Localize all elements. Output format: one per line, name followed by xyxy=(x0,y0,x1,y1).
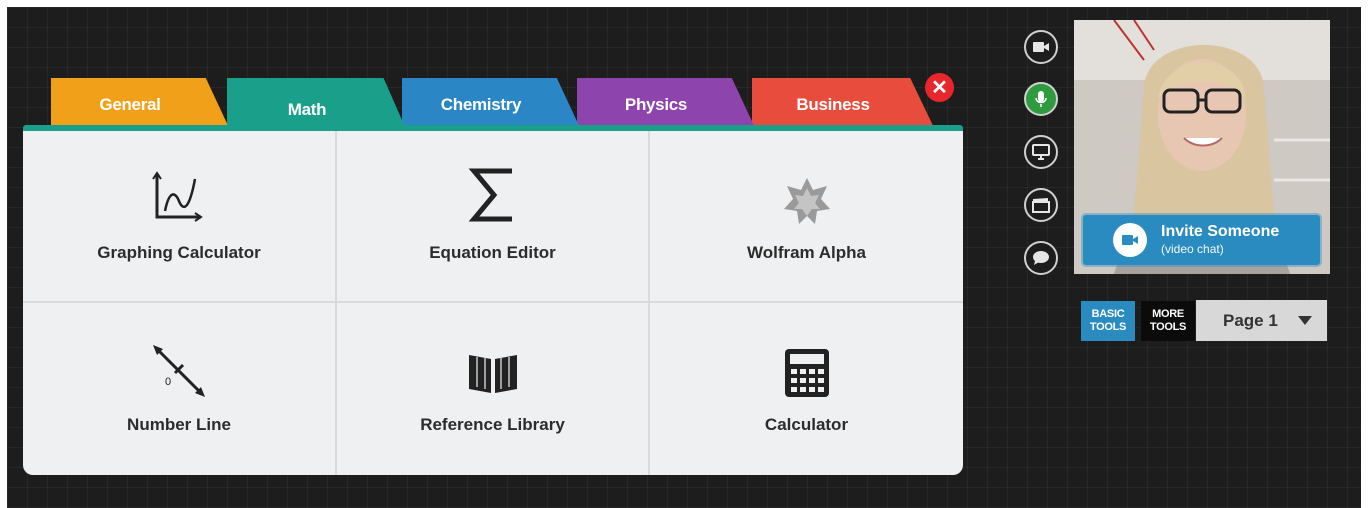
tab-general[interactable]: General xyxy=(51,78,231,132)
basic-tools-label: BASIC TOOLS xyxy=(1089,308,1127,333)
page-select[interactable]: Page 1 xyxy=(1196,300,1327,341)
mic-toggle-button[interactable] xyxy=(1024,82,1058,116)
page-select-value: Page 1 xyxy=(1223,310,1278,330)
book-icon xyxy=(468,355,517,393)
more-tools-label: MORE TOOLS xyxy=(1149,308,1187,333)
video-camera-icon xyxy=(1033,42,1049,52)
tool-label: Reference Library xyxy=(420,415,565,434)
chat-button[interactable] xyxy=(1024,241,1058,275)
close-button[interactable]: ✕ xyxy=(925,73,954,102)
tab-math-label: Math xyxy=(287,100,327,119)
microphone-icon xyxy=(1035,91,1047,107)
tab-general-label: General xyxy=(99,95,161,114)
screen-share-icon xyxy=(1032,144,1050,160)
tool-label: Equation Editor xyxy=(429,243,556,262)
video-toggle-button[interactable] xyxy=(1024,30,1058,64)
tool-number-line[interactable]: 0 Number Line xyxy=(23,303,337,475)
tab-business[interactable]: Business xyxy=(752,78,936,132)
number-line-icon: 0 xyxy=(153,345,205,397)
screen-share-button[interactable] xyxy=(1024,135,1058,169)
tool-equation-editor[interactable]: Equation Editor xyxy=(337,131,650,303)
invite-someone-button[interactable]: Invite Someone (video chat) xyxy=(1083,215,1320,265)
tab-business-label: Business xyxy=(796,95,870,114)
tool-label: Wolfram Alpha xyxy=(746,243,866,262)
graph-icon xyxy=(152,171,203,222)
chevron-down-icon xyxy=(1297,316,1312,325)
more-tools-button[interactable]: MORE TOOLS xyxy=(1141,301,1195,341)
tool-label: Graphing Calculator xyxy=(97,243,261,262)
math-tools-panel: Graphing Calculator Equation Editor Wolf… xyxy=(23,131,963,475)
sigma-icon xyxy=(468,168,512,222)
video-chat-icon xyxy=(1113,223,1147,257)
invite-subtitle: (video chat) xyxy=(1161,242,1224,256)
media-button[interactable] xyxy=(1024,188,1058,222)
wolfram-star-icon xyxy=(783,178,830,224)
tool-reference-library[interactable]: Reference Library xyxy=(337,303,650,475)
chat-icon xyxy=(1033,251,1049,265)
basic-tools-button[interactable]: BASIC TOOLS xyxy=(1081,301,1135,341)
tool-label: Number Line xyxy=(127,415,231,434)
tool-calculator[interactable]: Calculator xyxy=(650,303,963,475)
tool-label: Calculator xyxy=(764,415,849,434)
calculator-icon xyxy=(784,349,829,397)
tab-chemistry-label: Chemistry xyxy=(440,95,522,114)
tab-physics[interactable]: Physics xyxy=(577,78,757,132)
close-icon: ✕ xyxy=(931,76,948,99)
tab-physics-label: Physics xyxy=(624,95,688,114)
tool-wolfram-alpha[interactable]: Wolfram Alpha xyxy=(650,131,963,303)
tab-chemistry[interactable]: Chemistry xyxy=(402,78,582,132)
clapperboard-icon xyxy=(1032,198,1050,213)
svg-text:0: 0 xyxy=(165,376,171,388)
invite-title: Invite Someone xyxy=(1161,223,1280,240)
tool-graphing-calculator[interactable]: Graphing Calculator xyxy=(23,131,337,303)
